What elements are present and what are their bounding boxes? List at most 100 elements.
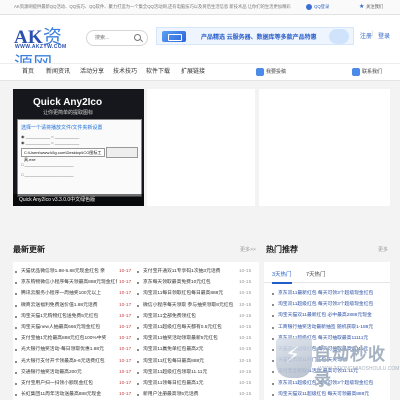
bullet-icon: [272, 293, 274, 295]
item-date: 10-17: [119, 392, 132, 398]
item-date: 10-15: [239, 291, 252, 297]
search-box: [86, 30, 148, 46]
hot-item-title[interactable]: 京东双11超级红包 每天可抽取最高11111元: [278, 333, 368, 345]
list-item[interactable]: 淘宝天猫1元购物红包送免费5元红包 10-17 淘宝双11全部免费领红包 10-15: [13, 311, 259, 323]
tab-7day[interactable]: 7天热门: [306, 268, 326, 282]
search-icon[interactable]: [134, 34, 141, 41]
login-link[interactable]: 登录: [378, 31, 390, 40]
hot-item[interactable]: 天猫超市双11开门红包 天天可领: [272, 355, 390, 367]
item-title[interactable]: 微信小程序每天领取 参与抽奖领取8元红包: [143, 300, 235, 312]
hot-item[interactable]: 支付宝全新双11活动 最高可领11.11元: [272, 366, 390, 378]
mail-icon: [352, 67, 360, 76]
slide-title: Quick Any2Ico: [33, 97, 103, 108]
item-title[interactable]: 淘宝双11超级红包领取11.11元: [143, 367, 235, 379]
item-title[interactable]: 腾讯云服务小程序一周抽奖100元以上: [21, 288, 117, 300]
item-title[interactable]: 淘宝双11每日领取红包每日最高888元: [143, 288, 235, 300]
item-title[interactable]: 交通银行抽奖活动最高200元: [21, 367, 117, 379]
hot-item-title[interactable]: 支付宝全新双11活动 最高可领11.11元: [278, 366, 358, 378]
list-item[interactable]: 光大银行支付开卡领最高5-6元话费红包 10-17 淘宝双11红包每日最高888元 1…: [13, 356, 259, 368]
item-title[interactable]: 淘宝双11抽奖活动领取最新5元红包: [143, 333, 235, 345]
nav-item-links[interactable]: 扩展链接: [181, 64, 205, 80]
item-title[interactable]: 淘宝天猫new人抽最高666元现金红包: [21, 322, 117, 334]
bullet-icon: [15, 394, 17, 397]
hot-item[interactable]: 京东双11最新红包 每天可领3个超级现金红包: [272, 288, 390, 300]
item-title[interactable]: 光大银行抽奖活动-每日领取优惠1.88元: [21, 344, 117, 356]
hot-item[interactable]: 淘宝天猫双11最新红包 必中最高2888元现金: [272, 310, 390, 322]
submit-post-button[interactable]: 我要投稿: [256, 67, 286, 77]
hot-item[interactable]: 淘宝天猫双11超级红包 每天可领最高888元: [272, 389, 390, 400]
item-title[interactable]: 京东购物微信小程序每天领最高888元现金红包: [21, 277, 117, 289]
item-title[interactable]: 微商云送福利免费送价值1.88元话费: [21, 300, 117, 312]
item-title[interactable]: 支付宝抽1元抢最高888元红包100%中奖: [21, 333, 117, 345]
hot-item[interactable]: 天猫双11超级红包 每天可抽取最高11111元: [272, 344, 390, 356]
list-item[interactable]: 支付宝抽1元抢最高888元红包100%中奖 10-17 淘宝双11抽奖活动领取最新5…: [13, 333, 259, 345]
bullet-icon: [137, 349, 139, 352]
item-title[interactable]: 天猫优品微信领1.88-5.88元现金红包 亲: [21, 266, 117, 278]
hot-panel: 3天热门 7天热门 京东双11最新红包 每天可领3个超级现金红包 淘宝双11超级红…: [264, 262, 390, 400]
option-row: □ ______________________: [21, 162, 74, 167]
item-title[interactable]: 淘宝双11红包每日最高888元: [143, 356, 235, 368]
item-date: 10-17: [119, 325, 132, 330]
search-input[interactable]: [95, 33, 133, 42]
item-title[interactable]: 淘宝双11全部免费领红包: [143, 311, 235, 323]
tab-3day[interactable]: 3天热门: [272, 268, 292, 284]
hot-item-title[interactable]: 天猫超市双11开门红包 天天可领: [278, 355, 347, 367]
hot-item-title[interactable]: 京东双11最新红包 每天可领3个超级现金红包: [278, 288, 373, 300]
slide-panel-right: [259, 89, 390, 206]
register-link[interactable]: 注册: [360, 31, 372, 40]
item-title[interactable]: 长虹集团11周年活动送最高888元现金: [21, 389, 117, 400]
hot-item-title[interactable]: 京东双11超级红包 每天可领3个超级现金红包: [278, 378, 373, 390]
bullet-icon: [137, 327, 139, 329]
item-date: 10-17: [119, 280, 132, 286]
item-title[interactable]: 京东每天领取最高免费10元红包: [143, 277, 235, 289]
item-title[interactable]: 淘宝双11赢免单红包最高2元: [143, 344, 235, 356]
item-title[interactable]: 支付宝用户扫一扫领小额现金红包: [21, 378, 117, 390]
follow-link[interactable]: 关注我们: [366, 0, 383, 14]
nav-item-software[interactable]: 软件下载: [146, 64, 170, 80]
option-row: □ ______________________: [21, 172, 74, 177]
hot-item-title[interactable]: 工商银行抽奖活动最新抽签 随机获取1-188元: [278, 322, 373, 334]
hot-item-title[interactable]: 淘宝天猫双11最新红包 必中最高2888元现金: [278, 310, 372, 322]
bullet-icon: [15, 293, 17, 296]
file-path: C:\Users\www.k5g.com\Desktop\ICO图标工具.exe: [21, 148, 105, 162]
latest-title: 最新更新: [13, 245, 45, 254]
hot-more-link[interactable]: 更多: [378, 246, 388, 253]
item-title[interactable]: 支付宝开通双11专享码1次抽3元话费: [143, 266, 235, 278]
bullet-icon: [272, 371, 274, 374]
list-item[interactable]: 支付宝用户扫一扫领小额现金红包 10-17 淘宝双11领每日红包最高1元 10-15: [13, 378, 259, 390]
hot-item[interactable]: 京东双11超级红包 每天可领3个超级现金红包: [272, 378, 390, 390]
hot-item-title[interactable]: 淘宝双11超级红包 每天可领3个超级现金红包: [278, 299, 373, 311]
featured-slide[interactable]: Quick Any2Ico 让你更简单的提取图标 选择一个请将播放文件/文件夹新…: [13, 89, 144, 206]
hot-item-title[interactable]: 淘宝天猫双11超级红包 每天可领最高888元: [278, 389, 369, 400]
site-logo[interactable]: AK资源网 WWW.AKZYW.COM: [14, 22, 76, 75]
bullet-icon: [137, 293, 139, 296]
hot-item[interactable]: 工商银行抽奖活动最新抽签 随机获取1-188元: [272, 322, 390, 334]
nav-item-home[interactable]: 首页: [22, 64, 34, 80]
list-item[interactable]: 交通银行抽奖活动最高200元 10-17 淘宝双11超级红包领取11.11元 10-1…: [13, 367, 259, 379]
latest-more-link[interactable]: 更多>>: [240, 246, 256, 253]
list-item[interactable]: 光大银行抽奖活动-每日领取优惠1.88元 10-17 淘宝双11赢免单红包最高2元 1…: [13, 344, 259, 356]
nav-item-news[interactable]: 新闻资讯: [46, 64, 70, 80]
ad-banner[interactable]: 产品精选 云服务器、数据库等多款产品特惠: [156, 27, 354, 45]
item-title[interactable]: 光大银行支付开卡领最高5-6元话费红包: [21, 356, 117, 368]
item-title[interactable]: 新用户注册最高领5元话费: [143, 389, 235, 400]
list-item[interactable]: 腾讯云服务小程序一周抽奖100元以上 10-17 淘宝双11每日领取红包每日最高88…: [13, 288, 259, 300]
item-title[interactable]: 淘宝双11超级红包每天都有0.5元红包: [143, 322, 235, 334]
contact-button[interactable]: 联系我们: [352, 67, 382, 77]
list-item[interactable]: 微商云送福利免费送价值1.88元话费 10-17 微信小程序每天领取 参与抽奖领取8…: [13, 300, 259, 312]
hot-item[interactable]: 淘宝双11超级红包 每天可领3个超级现金红包: [272, 299, 390, 311]
list-item[interactable]: 京东购物微信小程序每天领最高888元现金红包 10-17 京东每天领取最高免费10元…: [13, 277, 259, 289]
nav-item-tips[interactable]: 技术技巧: [113, 64, 137, 80]
list-item[interactable]: 长虹集团11周年活动送最高888元现金 10-17 新用户注册最高领5元话费 10-1…: [13, 389, 259, 400]
qq-login-link[interactable]: QQ登录: [314, 0, 329, 14]
hot-item[interactable]: 京东双11超级红包 每天可抽取最高11111元: [272, 333, 390, 345]
item-title[interactable]: 淘宝天猫1元购物红包送免费5元红包: [21, 311, 117, 323]
list-item[interactable]: 天猫优品微信领1.88-5.88元现金红包 亲 10-17 支付宝开通双11专享码1…: [13, 266, 259, 278]
qq-icon[interactable]: [306, 4, 312, 10]
item-date: 10-17: [119, 358, 132, 364]
hot-item-title[interactable]: 天猫双11超级红包 每天可抽取最高11111元: [278, 344, 368, 356]
item-title[interactable]: 淘宝双11领每日红包最高1元: [143, 378, 235, 390]
nav-item-activities[interactable]: 活动分享: [80, 64, 104, 80]
option-row: ◉ ___________ ○ ___________: [21, 134, 80, 139]
list-item[interactable]: 淘宝天猫new人抽最高666元现金红包 10-17 淘宝双11超级红包每天都有0.5…: [13, 322, 259, 334]
